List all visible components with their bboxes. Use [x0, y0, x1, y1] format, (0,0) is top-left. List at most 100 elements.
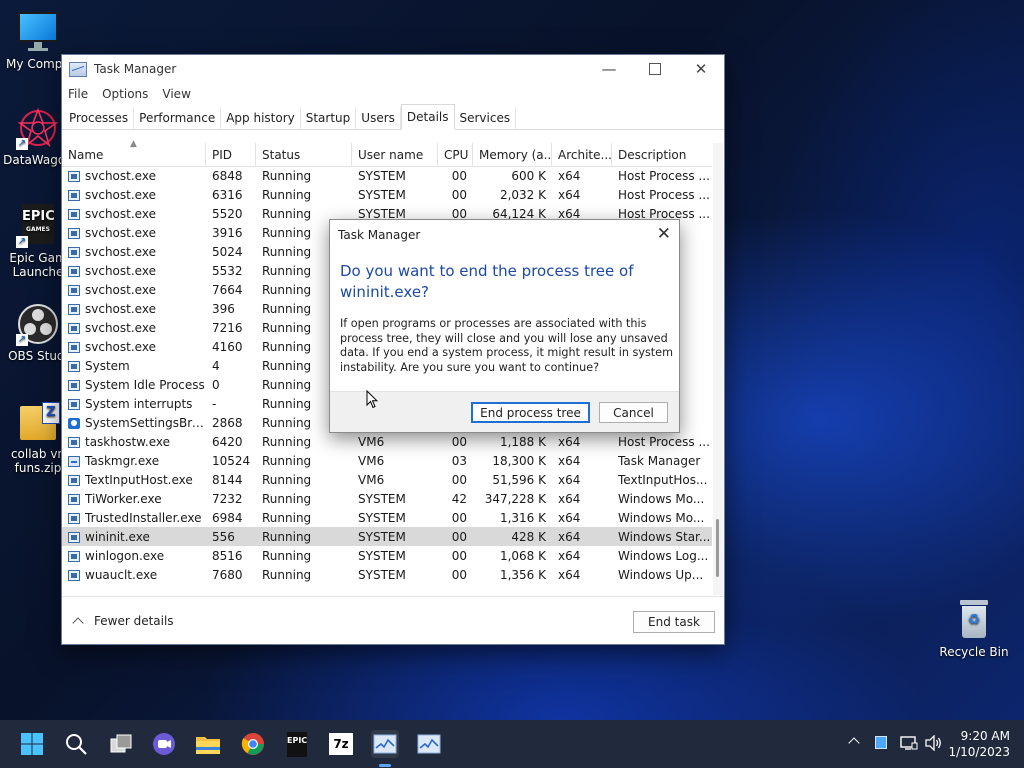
process-name: svchost.exe	[62, 245, 206, 259]
process-pid: 6316	[212, 187, 243, 202]
process-pid: 7232	[212, 491, 243, 506]
tab-startup[interactable]: Startup	[301, 107, 357, 129]
process-memory: 18,300 K	[492, 453, 546, 468]
show-hidden-icons-button[interactable]	[848, 735, 860, 751]
desktop-icon-recycle-bin[interactable]: ♻ Recycle Bin	[936, 598, 1012, 659]
column-header-cpu[interactable]: CPU	[438, 143, 473, 166]
close-button[interactable]: ✕	[678, 55, 724, 83]
process-user: SYSTEM	[358, 491, 406, 506]
taskbar-7zip[interactable]: 7z	[327, 730, 355, 758]
column-header-status[interactable]: Status	[256, 143, 352, 166]
table-row[interactable]: wininit.exe 556 Running SYSTEM 00 428 K x64 Win…	[62, 527, 712, 546]
table-row[interactable]: winlogon.exe 8516 Running SYSTEM 00 1,068 K x6…	[62, 546, 712, 565]
table-row[interactable]: svchost.exe 6848 Running SYSTEM 00 600 K x64 Ho…	[62, 166, 712, 185]
column-header-user-name[interactable]: User name	[352, 143, 438, 166]
table-row[interactable]: svchost.exe 6316 Running SYSTEM 00 2,032 K x64…	[62, 185, 712, 204]
menu-view[interactable]: View	[162, 87, 190, 101]
process-name-text: wuauclt.exe	[85, 567, 158, 582]
tab-performance[interactable]: Performance	[134, 107, 222, 129]
column-header-description[interactable]: Description	[612, 143, 712, 166]
tab-app-history[interactable]: App history	[221, 107, 301, 129]
taskbar-epic-games[interactable]: EPIC	[283, 730, 311, 758]
menu-options[interactable]: Options	[102, 87, 148, 101]
process-window-icon	[68, 474, 80, 486]
mouse-cursor-icon	[366, 390, 378, 409]
tray-volume-icon[interactable]	[925, 734, 943, 755]
process-cpu: 00	[451, 472, 467, 487]
column-header-pid[interactable]: PID	[206, 143, 256, 166]
title-bar[interactable]: Task Manager — ✕	[62, 55, 724, 83]
dialog-message: If open programs or processes are associ…	[340, 317, 673, 374]
process-window-icon	[68, 493, 80, 505]
process-name: svchost.exe	[62, 321, 206, 335]
column-header-name[interactable]: Name	[62, 143, 206, 166]
table-row[interactable]: Taskmgr.exe 10524 Running VM6 03 18,300 K x64 T…	[62, 451, 712, 470]
end-process-tree-dialog: Task Manager ✕ Do you want to end the pr…	[329, 219, 680, 433]
process-window-icon	[68, 265, 80, 277]
table-row[interactable]: wuauclt.exe 7680 Running SYSTEM 00 1,356 K x64…	[62, 565, 712, 584]
start-button[interactable]	[18, 730, 46, 758]
cancel-button[interactable]: Cancel	[599, 402, 668, 423]
process-memory: 428 K	[511, 529, 546, 544]
fewer-details-button[interactable]: Fewer details	[72, 614, 174, 629]
process-cpu: 00	[451, 510, 467, 525]
process-window-icon	[68, 569, 80, 581]
tray-network-icon[interactable]	[900, 735, 918, 755]
process-architecture: x64	[558, 567, 581, 582]
scrollbar-thumb[interactable]	[716, 519, 719, 577]
taskbar-task-manager-2[interactable]	[415, 730, 443, 758]
taskbar-search-button[interactable]	[62, 730, 90, 758]
footer-bar: Fewer details End task	[62, 596, 724, 645]
process-window-icon	[68, 284, 80, 296]
vertical-scrollbar[interactable]	[713, 143, 723, 595]
end-process-tree-button[interactable]: End process tree	[471, 402, 590, 423]
dialog-close-button[interactable]: ✕	[657, 224, 671, 244]
process-cpu: 42	[451, 491, 467, 506]
process-name: wuauclt.exe	[62, 568, 206, 582]
process-pid: 7664	[212, 282, 243, 297]
column-header-architecture[interactable]: Archite...	[552, 143, 612, 166]
tab-users[interactable]: Users	[356, 107, 401, 129]
process-name: svchost.exe	[62, 169, 206, 183]
taskbar-task-manager-1[interactable]	[371, 730, 399, 758]
taskbar-file-explorer[interactable]	[194, 730, 222, 758]
process-name: TrustedInstaller.exe	[62, 511, 206, 525]
tab-processes[interactable]: Processes	[64, 107, 135, 129]
task-view-icon	[110, 734, 132, 753]
process-name-text: SystemSettingsBroke...	[85, 415, 206, 430]
recycle-bin-icon: ♻	[952, 598, 996, 642]
process-status: Running	[262, 434, 312, 449]
process-name-text: System Idle Process	[85, 377, 205, 392]
end-task-button[interactable]: End task	[633, 611, 715, 633]
zip-folder-icon: Z	[16, 400, 60, 444]
tab-details[interactable]: Details	[400, 104, 455, 130]
speaker-icon	[925, 734, 941, 752]
process-architecture: x64	[558, 529, 581, 544]
process-architecture: x64	[558, 548, 581, 563]
process-window-icon	[68, 303, 80, 315]
process-pid: 396	[212, 301, 235, 316]
taskbar-clock[interactable]: 9:20 AM 1/10/2023	[948, 728, 1010, 760]
minimize-button[interactable]: —	[586, 55, 632, 83]
table-row[interactable]: TrustedInstaller.exe 6984 Running SYSTEM 00 1…	[62, 508, 712, 527]
tab-services[interactable]: Services	[455, 107, 517, 129]
taskbar-chat-button[interactable]	[150, 730, 178, 758]
process-user: SYSTEM	[358, 187, 406, 202]
task-view-button[interactable]	[107, 730, 135, 758]
maximize-button[interactable]	[632, 55, 678, 83]
menu-file[interactable]: File	[68, 87, 88, 101]
process-user: SYSTEM	[358, 529, 406, 544]
table-row[interactable]: TiWorker.exe 7232 Running SYSTEM 42 347,228 K…	[62, 489, 712, 508]
close-icon: ✕	[656, 224, 671, 244]
taskbar: EPIC 7z 9:20 AM 1/10/2023	[0, 720, 1024, 768]
network-icon	[900, 736, 918, 750]
process-window-icon	[68, 246, 80, 258]
process-pid: 5532	[212, 263, 243, 278]
column-header-memory[interactable]: Memory (a...	[473, 143, 552, 166]
table-row[interactable]: TextInputHost.exe 8144 Running VM6 00 51,596 …	[62, 470, 712, 489]
process-cpu: 00	[451, 567, 467, 582]
taskbar-chrome[interactable]	[239, 730, 267, 758]
tray-storage-icon[interactable]	[875, 736, 887, 753]
table-row[interactable]: taskhostw.exe 6420 Running VM6 00 1,188 K x64 H…	[62, 432, 712, 451]
process-name-text: svchost.exe	[85, 225, 156, 240]
